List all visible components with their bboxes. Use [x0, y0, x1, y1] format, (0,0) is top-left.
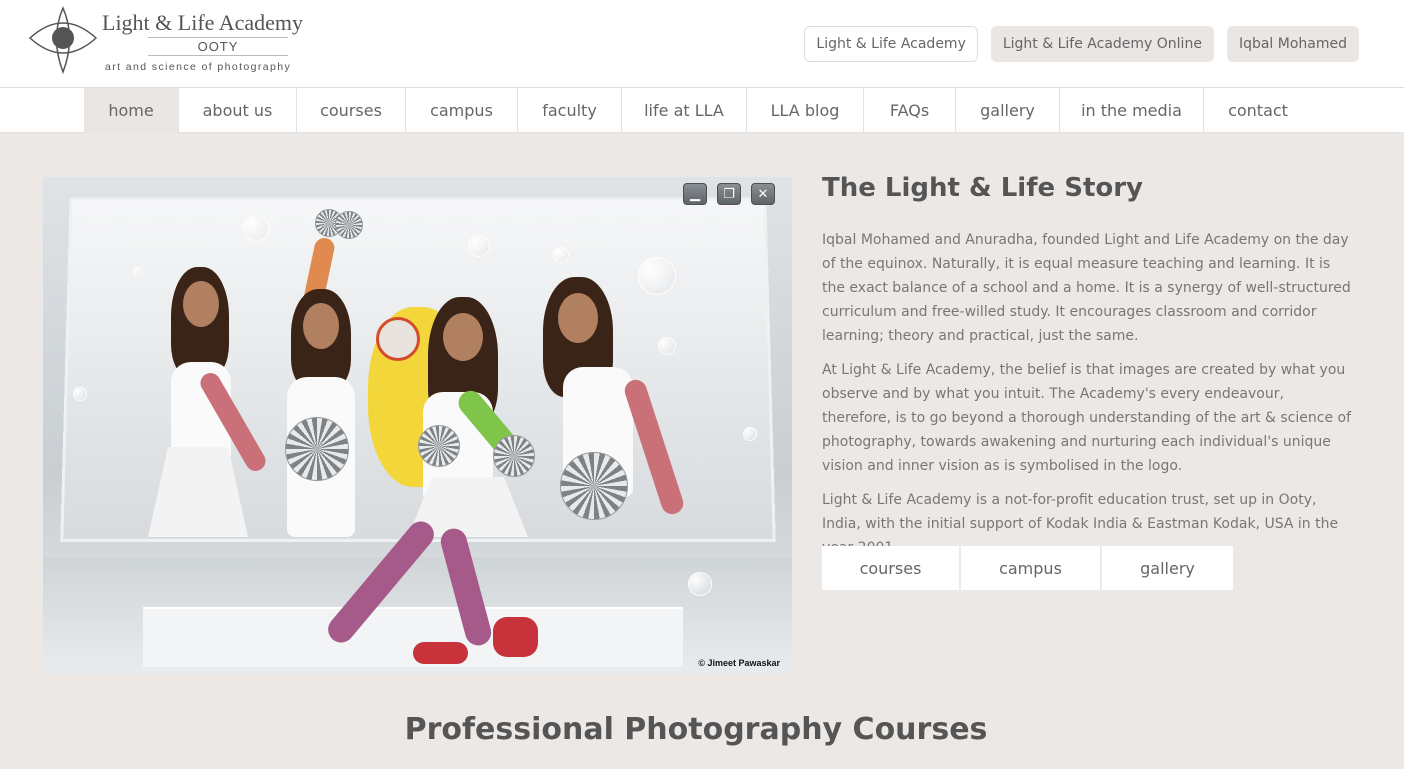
- disco-ball: [418, 425, 460, 467]
- header-link-iqbal-mohamed[interactable]: Iqbal Mohamed: [1226, 26, 1359, 62]
- disco-ball: [285, 417, 349, 481]
- nav-item-gallery[interactable]: gallery: [956, 88, 1060, 133]
- header-link-academy-online[interactable]: Light & Life Academy Online: [990, 26, 1214, 62]
- nav-item-lla-blog[interactable]: LLA blog: [747, 88, 864, 133]
- main-nav: home about us courses campus faculty lif…: [0, 88, 1404, 133]
- disco-ball: [335, 211, 363, 239]
- close-icon: ✕: [751, 183, 775, 205]
- window-controls: ▁ ❐ ✕: [683, 183, 775, 205]
- site-header: Light & Life Academy OOTY art and scienc…: [0, 0, 1404, 88]
- model-figure: [322, 297, 563, 667]
- bubble: [73, 387, 87, 401]
- quick-link-gallery[interactable]: gallery: [1102, 546, 1233, 590]
- nav-item-contact[interactable]: contact: [1204, 88, 1312, 133]
- minimize-icon: ▁: [683, 183, 707, 205]
- nav-item-faculty[interactable]: faculty: [518, 88, 622, 133]
- section-title: Professional Photography Courses: [404, 712, 988, 747]
- brand-name: Light & Life Academy: [102, 10, 303, 35]
- quick-link-campus[interactable]: campus: [961, 546, 1100, 590]
- model-figure: [533, 277, 733, 577]
- nav-item-life-at-lla[interactable]: life at LLA: [622, 88, 747, 133]
- nav-item-about-us[interactable]: about us: [179, 88, 297, 133]
- nav-item-courses[interactable]: courses: [297, 88, 406, 133]
- bubble: [743, 427, 757, 441]
- story-title: The Light & Life Story: [822, 173, 1144, 203]
- story-paragraph: At Light & Life Academy, the belief is t…: [822, 362, 1352, 474]
- maximize-icon: ❐: [717, 183, 741, 205]
- nav-item-campus[interactable]: campus: [406, 88, 518, 133]
- disco-ball: [493, 435, 535, 477]
- bubble: [468, 235, 490, 257]
- story-body: Iqbal Mohamed and Anuradha, founded Ligh…: [822, 228, 1352, 570]
- nav-item-faqs[interactable]: FAQs: [864, 88, 956, 133]
- header-links: Light & Life Academy Light & Life Academ…: [804, 26, 1359, 62]
- nav-item-in-the-media[interactable]: in the media: [1060, 88, 1204, 133]
- story-paragraph: Iqbal Mohamed and Anuradha, founded Ligh…: [822, 232, 1351, 344]
- hero-image: ▁ ❐ ✕ © Jimeet Pawaskar: [43, 177, 792, 674]
- quick-link-courses[interactable]: courses: [822, 546, 959, 590]
- brand-location: OOTY: [148, 37, 288, 56]
- logo[interactable]: Light & Life Academy OOTY art and scienc…: [28, 6, 308, 76]
- brand-tagline: art and science of photography: [105, 61, 292, 73]
- bubble: [133, 267, 143, 277]
- eye-logo-icon: [28, 6, 98, 75]
- header-link-academy[interactable]: Light & Life Academy: [804, 26, 978, 62]
- bubble: [553, 247, 569, 263]
- photo-credit: © Jimeet Pawaskar: [698, 658, 780, 668]
- quick-links: courses campus gallery: [822, 546, 1233, 590]
- disco-ball: [560, 452, 628, 520]
- nav-item-home[interactable]: home: [84, 88, 179, 133]
